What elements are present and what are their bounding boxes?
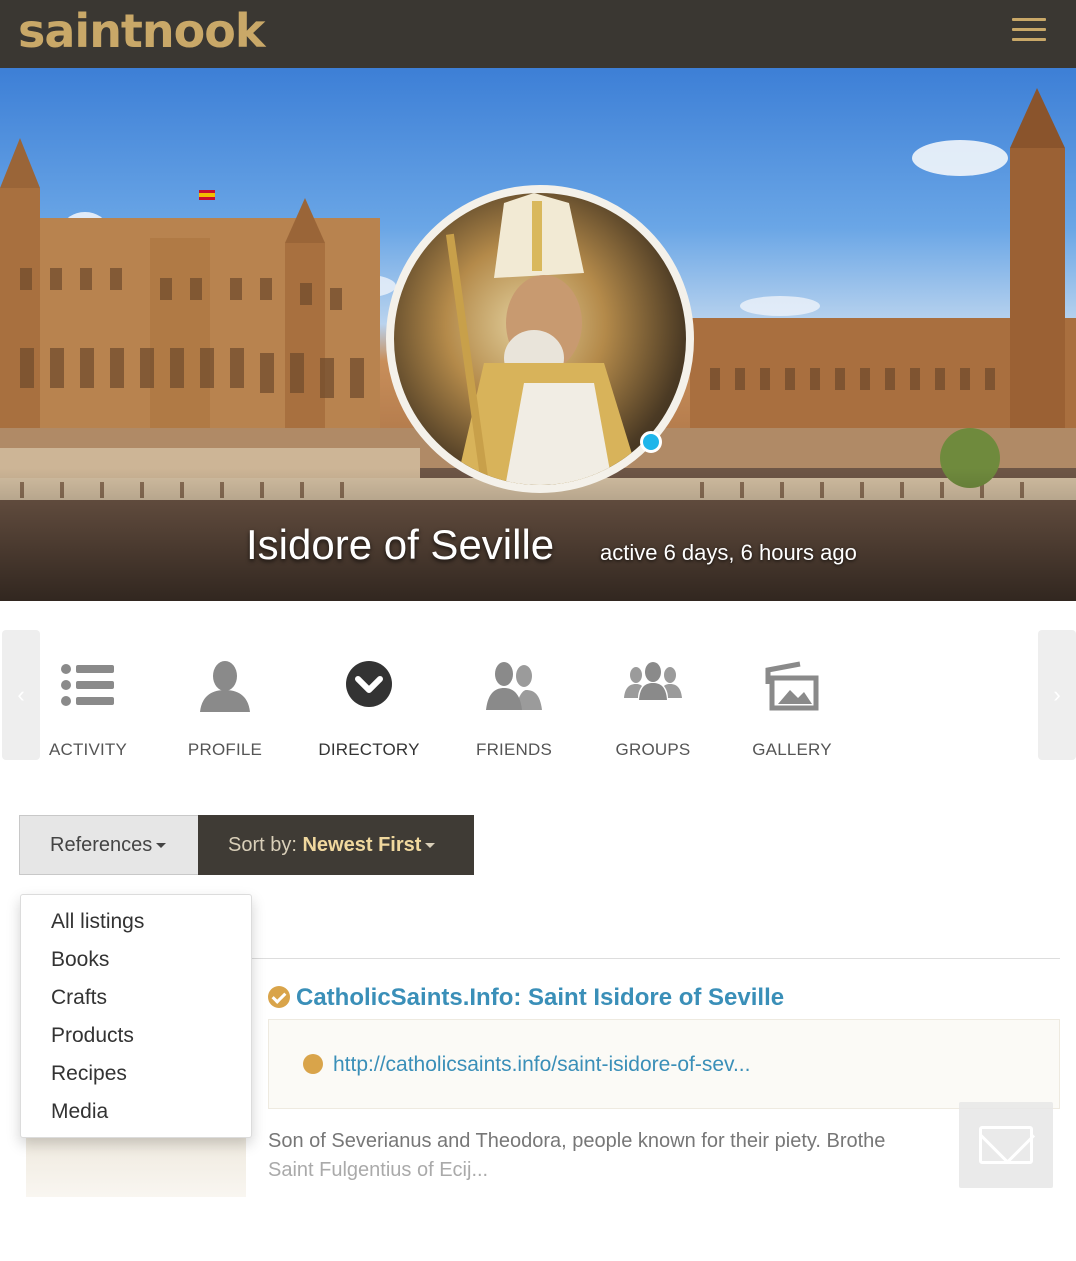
last-active-status: active 6 days, 6 hours ago — [600, 540, 857, 565]
dropdown-item-products[interactable]: Products — [21, 1017, 251, 1055]
tab-directory[interactable]: DIRECTORY — [299, 660, 439, 760]
tab-gallery[interactable]: GALLERY — [722, 660, 862, 760]
tab-activity[interactable]: ACTIVITY — [18, 660, 158, 760]
caret-down-icon — [425, 843, 436, 849]
tab-label: PROFILE — [187, 740, 263, 759]
excerpt-line: Son of Severianus and Theodora, people k… — [268, 1130, 886, 1152]
chevron-circle-icon — [299, 660, 439, 722]
tab-profile[interactable]: PROFILE — [155, 660, 295, 760]
category-filter-button[interactable]: References — [19, 815, 199, 875]
top-navbar: saintnook — [0, 0, 1076, 68]
message-button[interactable] — [959, 1102, 1053, 1188]
groups-icon — [583, 660, 723, 722]
friends-icon — [444, 660, 584, 722]
envelope-icon — [979, 1126, 1033, 1164]
tab-label: DIRECTORY — [318, 740, 420, 759]
tab-friends[interactable]: FRIENDS — [444, 660, 584, 760]
category-dropdown-menu: All listings Books Crafts Products Recip… — [20, 894, 252, 1138]
hamburger-menu-icon[interactable] — [1012, 18, 1046, 44]
globe-icon — [303, 1054, 323, 1074]
tab-label: ACTIVITY — [48, 740, 128, 759]
excerpt-line: Saint Fulgentius of Ecij... — [268, 1159, 489, 1181]
site-logo[interactable]: saintnook — [18, 4, 265, 58]
dropdown-item-media[interactable]: Media — [21, 1093, 251, 1131]
listing-title-link[interactable]: CatholicSaints.Info: Saint Isidore of Se… — [268, 984, 784, 1012]
caret-down-icon — [156, 843, 167, 849]
dropdown-item-all-listings[interactable]: All listings — [21, 903, 251, 941]
dropdown-item-recipes[interactable]: Recipes — [21, 1055, 251, 1093]
nav-scroll-right-button[interactable]: › — [1038, 630, 1076, 760]
profile-cover: Isidore of Seville active 6 days, 6 hour… — [0, 68, 1076, 601]
dropdown-item-crafts[interactable]: Crafts — [21, 979, 251, 1017]
verified-check-icon — [268, 986, 290, 1008]
tab-label: FRIENDS — [475, 740, 553, 759]
listing-title-text: CatholicSaints.Info: Saint Isidore of Se… — [296, 984, 785, 1011]
sort-value: Newest First — [302, 834, 422, 856]
tab-label: GROUPS — [615, 740, 691, 759]
tab-groups[interactable]: GROUPS — [583, 660, 723, 760]
dropdown-item-books[interactable]: Books — [21, 941, 251, 979]
listing-url-link[interactable]: http://catholicsaints.info/saint-isidore… — [303, 1053, 750, 1077]
listing-thumbnail[interactable] — [26, 1135, 246, 1197]
listing-url-text: http://catholicsaints.info/saint-isidore… — [333, 1053, 751, 1076]
category-filter-label: References — [50, 834, 153, 856]
tab-label: GALLERY — [752, 740, 832, 759]
person-icon — [155, 660, 295, 722]
sort-prefix: Sort by: — [228, 834, 297, 856]
profile-name: Isidore of Seville — [246, 521, 555, 568]
list-icon — [18, 660, 158, 722]
listing-url-box: http://catholicsaints.info/saint-isidore… — [268, 1019, 1060, 1109]
gallery-icon — [722, 660, 862, 722]
online-status-dot — [640, 431, 662, 453]
divider — [250, 958, 1060, 959]
listing-excerpt: Son of Severianus and Theodora, people k… — [268, 1127, 988, 1185]
sort-by-button[interactable]: Sort by: Newest First — [198, 815, 474, 875]
